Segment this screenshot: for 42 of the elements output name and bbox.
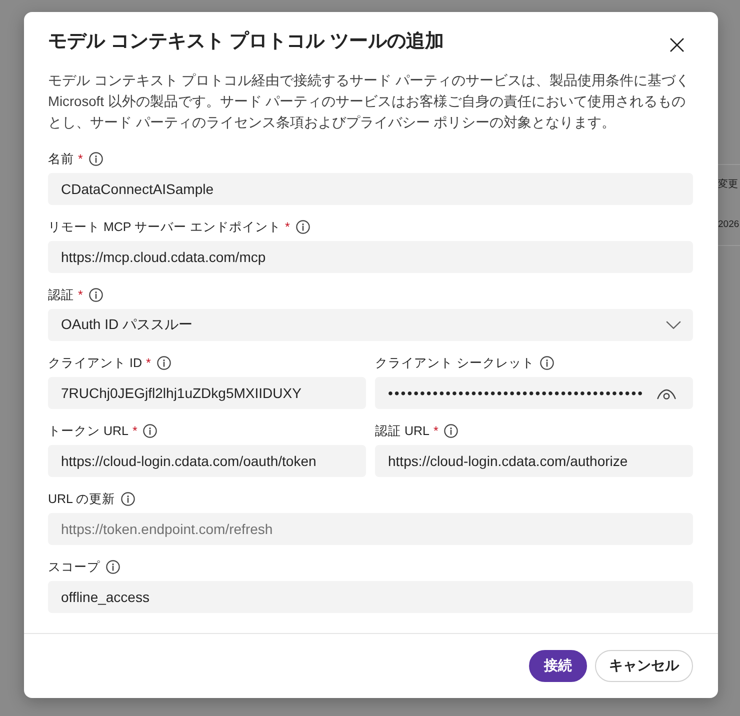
info-icon[interactable]: [540, 356, 554, 370]
required-asterisk: *: [78, 287, 83, 304]
field-label: 認証 URL: [375, 423, 430, 440]
field-label: トークン URL: [48, 423, 128, 440]
field-label: クライアント ID: [48, 355, 142, 372]
info-icon[interactable]: [156, 356, 171, 370]
text-field[interactable]: offline_access: [48, 581, 693, 613]
text-field[interactable]: https://token.endpoint.com/refresh: [48, 513, 693, 545]
field-label: URL の更新: [48, 491, 116, 508]
chevron-down-icon: [666, 321, 681, 329]
info-icon[interactable]: [444, 424, 458, 438]
text-field[interactable]: https://cloud-login.cdata.com/oauth/token: [48, 445, 366, 477]
field-label: リモート MCP サーバー エンドポイント: [48, 219, 281, 236]
info-icon[interactable]: [121, 492, 136, 506]
required-asterisk: *: [78, 151, 83, 168]
text-field[interactable]: CDataConnectAISample: [48, 173, 693, 205]
dropdown[interactable]: OAuth ID パススルー: [48, 309, 693, 341]
field-label: 認証: [48, 287, 74, 304]
info-icon[interactable]: [296, 220, 310, 234]
dialog-title: モデル コンテキスト プロトコル ツールの追加: [48, 30, 444, 54]
info-icon[interactable]: [106, 560, 120, 574]
cancel-button[interactable]: キャンセル: [595, 650, 693, 682]
info-icon[interactable]: [88, 152, 103, 166]
close-icon[interactable]: [670, 38, 684, 52]
background-text: 2026: [718, 218, 740, 232]
connect-button[interactable]: 接続: [529, 650, 587, 682]
required-asterisk: *: [284, 219, 290, 236]
required-asterisk: *: [132, 423, 138, 440]
required-asterisk: *: [146, 355, 151, 372]
field-label: スコープ: [48, 559, 100, 576]
info-icon[interactable]: [143, 424, 158, 438]
background-text: 変更: [718, 178, 739, 192]
info-icon[interactable]: [88, 288, 103, 302]
dialog-description: モデル コンテキスト プロトコル経由で接続するサード パーティのサービスは、製品使用条件に基づく Microsoft 以外の製品です。サード パーティのサービスはお客様ご自身の責任において使用されるものとし、サード パーティのライセンス条項およびプライバシー ポリシーの対象となります。: [48, 72, 690, 132]
field-label: クライアント シークレット: [375, 355, 534, 372]
eye-icon[interactable]: [657, 388, 676, 400]
text-field[interactable]: https://cloud-login.cdata.com/authorize: [375, 445, 693, 477]
password-field[interactable]: ••••••••••••••••••••••••••••••••••••••••: [375, 377, 693, 409]
text-field[interactable]: https://mcp.cloud.cdata.com/mcp: [48, 241, 693, 273]
required-asterisk: *: [433, 423, 438, 440]
field-label: 名前: [48, 151, 74, 168]
text-field[interactable]: 7RUChj0JEGjfl2lhj1uZDkg5MXIIDUXY: [48, 377, 366, 409]
